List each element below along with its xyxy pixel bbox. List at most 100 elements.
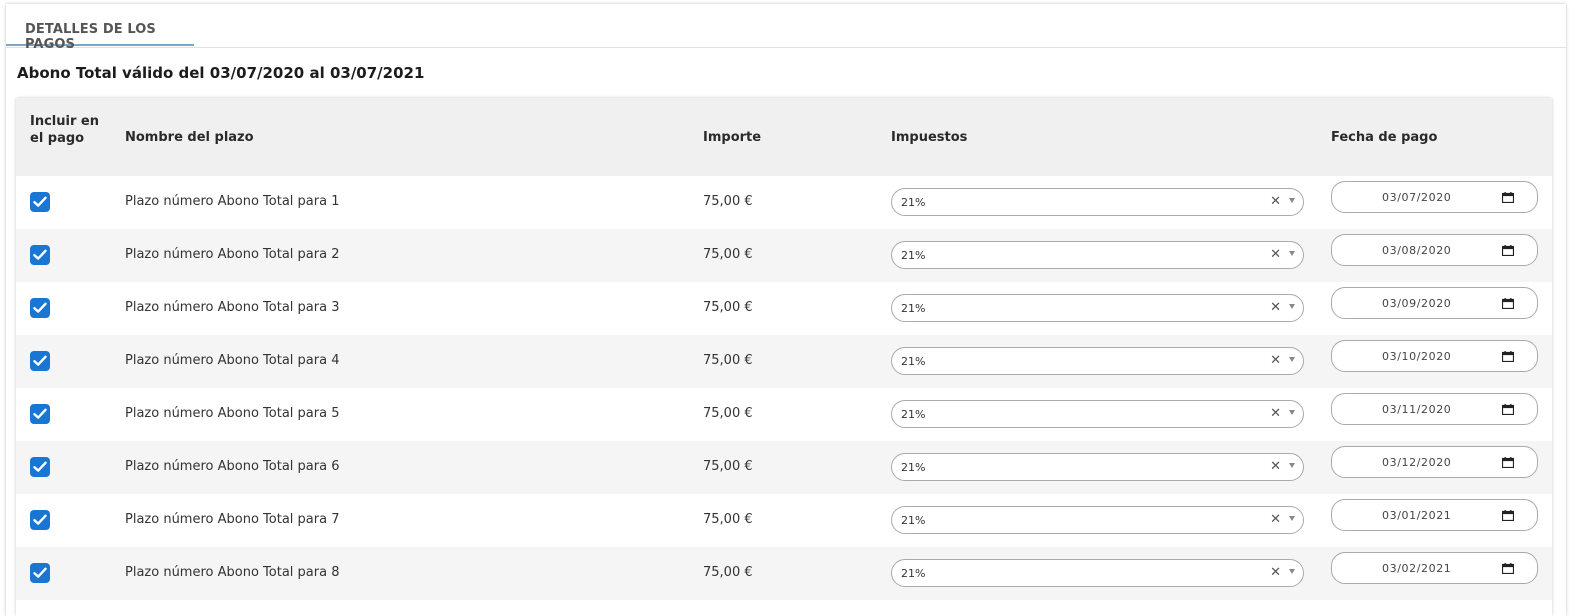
- payments-table: Incluir en el pago Nombre del plazo Impo…: [16, 98, 1552, 616]
- payment-date-value: 03/11/2020: [1382, 403, 1452, 416]
- tab-label: DETALLES DE LOS PAGOS: [25, 22, 156, 52]
- payment-date-value: 03/10/2020: [1382, 350, 1452, 363]
- plazo-name: Plazo número Abono Total para 3: [125, 300, 340, 315]
- clear-icon[interactable]: ✕: [1270, 194, 1281, 209]
- include-checkbox[interactable]: [30, 510, 50, 530]
- tax-select[interactable]: 21% ✕: [891, 188, 1304, 216]
- checkmark-icon: [33, 249, 47, 260]
- include-checkbox[interactable]: [30, 351, 50, 371]
- payment-date-value: 03/08/2020: [1382, 244, 1452, 257]
- tax-select-value: 21%: [901, 355, 926, 368]
- checkmark-icon: [33, 355, 47, 366]
- plazo-importe: 75,00 €: [703, 247, 753, 262]
- tax-select[interactable]: 21% ✕: [891, 400, 1304, 428]
- checkmark-icon: [33, 302, 47, 313]
- table-row: Plazo número Abono Total para 7 75,00 € 21…: [16, 494, 1552, 547]
- calendar-icon[interactable]: [1502, 510, 1514, 521]
- tax-select-value: 21%: [901, 249, 926, 262]
- table-row: Plazo número Abono Total para 2 75,00 € 21…: [16, 229, 1552, 282]
- chevron-down-icon[interactable]: [1289, 304, 1295, 309]
- calendar-icon[interactable]: [1502, 192, 1514, 203]
- payment-date-input[interactable]: 03/12/2020: [1331, 446, 1538, 478]
- table-row: Plazo número Abono Total para 6 75,00 € 21…: [16, 441, 1552, 494]
- include-checkbox[interactable]: [30, 457, 50, 477]
- plazo-importe: 75,00 €: [703, 459, 753, 474]
- validity-title: Abono Total válido del 03/07/2020 al 03/…: [17, 64, 425, 82]
- table-row: Plazo número Abono Total para 3 75,00 € 21…: [16, 282, 1552, 335]
- tax-select-value: 21%: [901, 461, 926, 474]
- table-row: Plazo número Abono Total para 5 75,00 € 21…: [16, 388, 1552, 441]
- tax-select[interactable]: 21% ✕: [891, 347, 1304, 375]
- chevron-down-icon[interactable]: [1289, 251, 1295, 256]
- payment-date-input[interactable]: 03/07/2020: [1331, 181, 1538, 213]
- tab-detalles-pagos[interactable]: DETALLES DE LOS PAGOS: [6, 4, 194, 52]
- payment-date-value: 03/12/2020: [1382, 456, 1452, 469]
- chevron-down-icon[interactable]: [1289, 516, 1295, 521]
- plazo-name: Plazo número Abono Total para 8: [125, 565, 340, 580]
- tax-select-value: 21%: [901, 408, 926, 421]
- tax-select-value: 21%: [901, 567, 926, 580]
- table-header: Incluir en el pago Nombre del plazo Impo…: [16, 98, 1552, 176]
- calendar-icon[interactable]: [1502, 245, 1514, 256]
- payment-date-value: 03/09/2020: [1382, 297, 1452, 310]
- payment-date-input[interactable]: 03/08/2020: [1331, 234, 1538, 266]
- tax-select[interactable]: 21% ✕: [891, 559, 1304, 587]
- payment-date-input[interactable]: 03/01/2021: [1331, 499, 1538, 531]
- calendar-icon[interactable]: [1502, 404, 1514, 415]
- plazo-name: Plazo número Abono Total para 2: [125, 247, 340, 262]
- chevron-down-icon[interactable]: [1289, 463, 1295, 468]
- clear-icon[interactable]: ✕: [1270, 406, 1281, 421]
- payment-date-input[interactable]: 03/11/2020: [1331, 393, 1538, 425]
- col-header-impuestos: Impuestos: [891, 130, 968, 145]
- calendar-icon[interactable]: [1502, 563, 1514, 574]
- plazo-name: Plazo número Abono Total para 1: [125, 194, 340, 209]
- clear-icon[interactable]: ✕: [1270, 247, 1281, 262]
- col-header-importe: Importe: [703, 130, 762, 145]
- table-row: Plazo número Abono Total para 1 75,00 € 21…: [16, 176, 1552, 229]
- chevron-down-icon[interactable]: [1289, 198, 1295, 203]
- checkmark-icon: [33, 567, 47, 578]
- payment-date-input[interactable]: 03/02/2021: [1331, 552, 1538, 584]
- plazo-importe: 75,00 €: [703, 353, 753, 368]
- tax-select-value: 21%: [901, 196, 926, 209]
- clear-icon[interactable]: ✕: [1270, 353, 1281, 368]
- include-checkbox[interactable]: [30, 298, 50, 318]
- chevron-down-icon[interactable]: [1289, 410, 1295, 415]
- plazo-importe: 75,00 €: [703, 194, 753, 209]
- tax-select[interactable]: 21% ✕: [891, 241, 1304, 269]
- chevron-down-icon[interactable]: [1289, 357, 1295, 362]
- clear-icon[interactable]: ✕: [1270, 459, 1281, 474]
- clear-icon[interactable]: ✕: [1270, 300, 1281, 315]
- include-checkbox[interactable]: [30, 245, 50, 265]
- tax-select[interactable]: 21% ✕: [891, 294, 1304, 322]
- plazo-importe: 75,00 €: [703, 565, 753, 580]
- payment-date-value: 03/01/2021: [1382, 509, 1452, 522]
- tax-select[interactable]: 21% ✕: [891, 453, 1304, 481]
- payment-date-input[interactable]: 03/10/2020: [1331, 340, 1538, 372]
- checkmark-icon: [33, 461, 47, 472]
- tax-select-value: 21%: [901, 302, 926, 315]
- checkmark-icon: [33, 408, 47, 419]
- include-checkbox[interactable]: [30, 192, 50, 212]
- col-header-nombre: Nombre del plazo: [125, 130, 254, 145]
- clear-icon[interactable]: ✕: [1270, 512, 1281, 527]
- chevron-down-icon[interactable]: [1289, 569, 1295, 574]
- calendar-icon[interactable]: [1502, 351, 1514, 362]
- calendar-icon[interactable]: [1502, 298, 1514, 309]
- tax-select[interactable]: 21% ✕: [891, 506, 1304, 534]
- payment-date-input[interactable]: 03/09/2020: [1331, 287, 1538, 319]
- checkmark-icon: [33, 514, 47, 525]
- checkmark-icon: [33, 196, 47, 207]
- plazo-name: Plazo número Abono Total para 4: [125, 353, 340, 368]
- plazo-name: Plazo número Abono Total para 5: [125, 406, 340, 421]
- plazo-name: Plazo número Abono Total para 6: [125, 459, 340, 474]
- include-checkbox[interactable]: [30, 404, 50, 424]
- plazo-importe: 75,00 €: [703, 406, 753, 421]
- clear-icon[interactable]: ✕: [1270, 565, 1281, 580]
- calendar-icon[interactable]: [1502, 457, 1514, 468]
- payment-details-panel: DETALLES DE LOS PAGOS Abono Total válido…: [6, 4, 1566, 616]
- plazo-importe: 75,00 €: [703, 300, 753, 315]
- tab-bar: DETALLES DE LOS PAGOS: [6, 4, 1566, 52]
- plazo-name: Plazo número Abono Total para 7: [125, 512, 340, 527]
- include-checkbox[interactable]: [30, 563, 50, 583]
